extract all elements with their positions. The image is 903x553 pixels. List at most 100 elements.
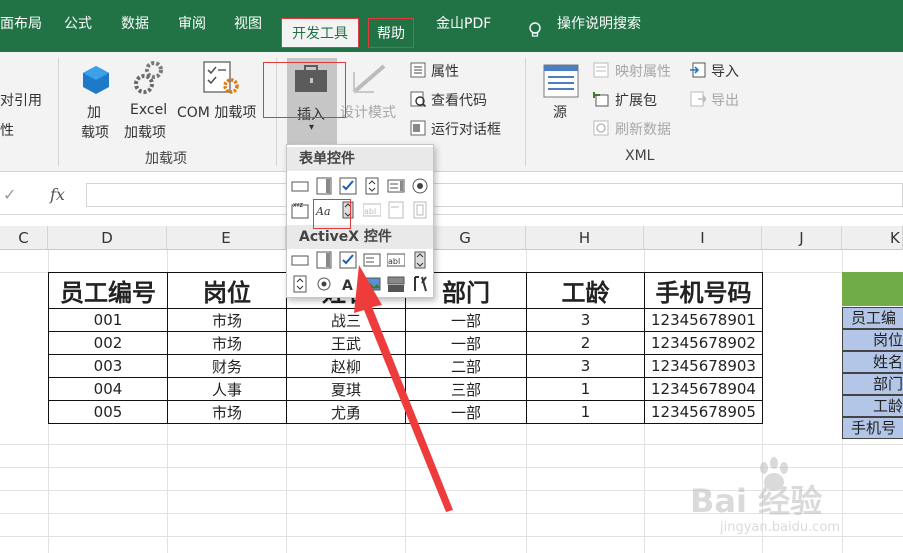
- table-cell[interactable]: 市场: [167, 331, 287, 355]
- list-item[interactable]: 员工编: [842, 307, 903, 329]
- table-cell[interactable]: 12345678901: [644, 308, 763, 332]
- tell-me-search[interactable]: 操作说明搜索: [557, 12, 641, 36]
- xml-source-icon: [543, 64, 579, 98]
- map-properties-icon: [593, 62, 609, 78]
- group-box-control-icon[interactable]: XYZ: [291, 201, 309, 219]
- column-header-j[interactable]: J: [762, 226, 842, 250]
- formula-input[interactable]: [86, 183, 903, 207]
- list-box-control-icon[interactable]: [387, 177, 405, 195]
- tab-page-layout[interactable]: 面布局: [0, 12, 42, 36]
- watermark-brand: Bai 经验: [690, 482, 823, 520]
- xml-source-button[interactable]: 源: [553, 102, 567, 122]
- run-dialog-icon: [410, 120, 426, 136]
- list-item[interactable]: 部门: [842, 373, 903, 395]
- com-addin-button[interactable]: COM 加载项: [177, 102, 256, 122]
- control-highlight-box: [313, 199, 351, 229]
- list-item[interactable]: 工龄: [842, 395, 903, 417]
- column-header-c[interactable]: C: [0, 226, 48, 250]
- activex-combo-box-icon[interactable]: [315, 251, 333, 269]
- svg-text:XYZ: XYZ: [293, 203, 303, 209]
- header-phone[interactable]: 手机号码: [644, 272, 763, 309]
- table-cell[interactable]: 市场: [167, 400, 287, 424]
- excel-addin-line2[interactable]: 加载项: [124, 122, 166, 142]
- list-item[interactable]: 姓名: [842, 351, 903, 373]
- formula-bar: ✓ fx: [0, 173, 903, 215]
- header-employee-id[interactable]: 员工编号: [48, 272, 168, 309]
- addin-button-line1[interactable]: 加: [87, 102, 101, 122]
- tab-view[interactable]: 视图: [234, 12, 262, 36]
- table-cell[interactable]: 12345678905: [644, 400, 763, 424]
- import-button[interactable]: 导入: [711, 61, 739, 81]
- tab-formulas[interactable]: 公式: [64, 12, 92, 36]
- table-cell[interactable]: 001: [48, 308, 168, 332]
- activex-option-button-icon[interactable]: [315, 275, 333, 293]
- combo-list-edit-control-icon: [388, 201, 404, 219]
- table-cell[interactable]: 005: [48, 400, 168, 424]
- combo-box-control-icon[interactable]: [315, 177, 333, 195]
- table-cell[interactable]: 市场: [167, 308, 287, 332]
- xml-group-label: XML: [625, 148, 655, 164]
- addin-button-line2[interactable]: 载项: [81, 122, 109, 142]
- addins-group-label: 加载项: [145, 151, 187, 167]
- ribbon-partial-label[interactable]: 性: [0, 120, 14, 140]
- lightbulb-icon: [529, 22, 541, 37]
- red-arrow-annotation: [354, 265, 453, 512]
- view-code-icon: [410, 91, 426, 107]
- tab-developer[interactable]: 开发工具: [281, 18, 359, 48]
- spin-button-control-icon[interactable]: [363, 177, 381, 195]
- table-cell[interactable]: 12345678902: [644, 331, 763, 355]
- tab-review[interactable]: 审阅: [178, 12, 206, 36]
- table-cell[interactable]: 3: [526, 354, 645, 378]
- option-button-control-icon[interactable]: [411, 177, 429, 195]
- side-list-header[interactable]: [842, 272, 903, 306]
- fx-button[interactable]: fx: [50, 185, 65, 204]
- button-control-icon[interactable]: [291, 177, 309, 195]
- addin-cube-icon: [83, 66, 109, 94]
- tab-wps-pdf[interactable]: 金山PDF: [436, 12, 491, 36]
- checkbox-control-icon[interactable]: [339, 177, 357, 195]
- ribbon-tab-bar: 面布局 公式 数据 审阅 视图 开发工具 帮助 金山PDF 操作说明搜索: [0, 0, 903, 52]
- form-controls-heading: 表单控件: [287, 147, 433, 171]
- list-item[interactable]: 岗位: [842, 329, 903, 351]
- relative-reference-partial[interactable]: 对引用: [0, 90, 42, 110]
- export-button[interactable]: 导出: [711, 90, 739, 110]
- table-cell[interactable]: 3: [526, 308, 645, 332]
- check-icon[interactable]: ✓: [3, 185, 16, 204]
- column-header-k[interactable]: K: [842, 226, 903, 250]
- combo-dropdown-edit-control-icon: [413, 201, 427, 219]
- activex-command-button-icon[interactable]: [291, 251, 309, 269]
- activex-spin-button-icon[interactable]: [291, 275, 309, 293]
- table-cell[interactable]: 2: [526, 331, 645, 355]
- column-header-h[interactable]: H: [526, 226, 644, 250]
- tab-help[interactable]: 帮助: [368, 18, 414, 48]
- table-cell[interactable]: 002: [48, 331, 168, 355]
- activex-controls-heading: ActiveX 控件: [287, 225, 433, 249]
- table-cell[interactable]: 财务: [167, 354, 287, 378]
- properties-button[interactable]: 属性: [431, 61, 459, 81]
- map-properties-button[interactable]: 映射属性: [615, 61, 671, 81]
- header-position[interactable]: 岗位: [167, 272, 287, 309]
- run-dialog-button[interactable]: 运行对话框: [431, 119, 501, 139]
- column-header-d[interactable]: D: [48, 226, 167, 250]
- table-cell[interactable]: 1: [526, 377, 645, 401]
- table-cell[interactable]: 12345678903: [644, 354, 763, 378]
- refresh-data-button[interactable]: 刷新数据: [615, 119, 671, 139]
- view-code-button[interactable]: 查看代码: [431, 90, 487, 110]
- expansion-pack-button[interactable]: 扩展包: [615, 90, 657, 110]
- excel-addin-line1[interactable]: Excel: [130, 102, 167, 118]
- design-mode-icon: [352, 64, 386, 94]
- column-header-e[interactable]: E: [167, 226, 286, 250]
- header-seniority[interactable]: 工龄: [526, 272, 645, 309]
- table-cell[interactable]: 人事: [167, 377, 287, 401]
- table-cell[interactable]: 003: [48, 354, 168, 378]
- design-mode-button[interactable]: 设计模式: [340, 102, 396, 122]
- table-cell[interactable]: 12345678904: [644, 377, 763, 401]
- table-cell[interactable]: 1: [526, 400, 645, 424]
- group-separator: [58, 58, 59, 166]
- watermark-url: jingyan.baidu.com: [720, 520, 840, 535]
- table-cell[interactable]: 004: [48, 377, 168, 401]
- refresh-data-icon: [593, 120, 609, 136]
- column-header-i[interactable]: I: [644, 226, 762, 250]
- tab-data[interactable]: 数据: [121, 12, 149, 36]
- list-item[interactable]: 手机号: [842, 417, 903, 439]
